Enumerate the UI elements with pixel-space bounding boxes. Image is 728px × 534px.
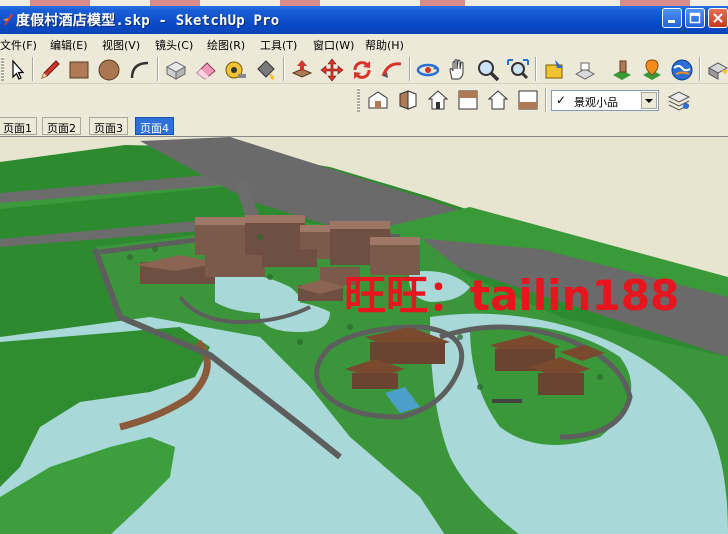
move-icon[interactable]: [320, 58, 344, 82]
toolbar-separator: [283, 57, 285, 81]
tab-scene-1[interactable]: 页面1: [0, 117, 37, 135]
left-view-icon[interactable]: [516, 88, 540, 112]
circle-icon[interactable]: [97, 58, 121, 82]
zoom-icon[interactable]: [476, 58, 500, 82]
tab-scene-2[interactable]: 页面2: [42, 117, 81, 135]
get-models-icon[interactable]: [543, 58, 567, 82]
toolbar-grip[interactable]: [357, 88, 360, 112]
toolbar-grip[interactable]: [1, 57, 4, 81]
rotate-icon[interactable]: [350, 58, 374, 82]
close-button[interactable]: [708, 8, 728, 28]
maximize-button[interactable]: [685, 8, 705, 28]
menu-help[interactable]: 帮助(H): [365, 37, 404, 53]
tab-scene-4[interactable]: 页面4: [135, 117, 174, 135]
scene-tabs: 页面1 页面2 页面3 页面4: [0, 116, 728, 136]
share-model-icon[interactable]: [573, 58, 597, 82]
eraser-icon[interactable]: [194, 58, 218, 82]
layer-current-value: 景观小品: [574, 96, 618, 109]
menu-camera[interactable]: 镜头(C): [155, 37, 193, 53]
menu-window[interactable]: 窗口(W): [313, 37, 354, 53]
dropdown-arrow[interactable]: [641, 92, 657, 109]
follow-me-icon[interactable]: [380, 58, 404, 82]
pan-icon[interactable]: [446, 58, 470, 82]
title-bar[interactable]: 度假村酒店模型.skp - SketchUp Pro: [0, 0, 728, 34]
select-icon[interactable]: [5, 58, 29, 82]
tape-measure-icon[interactable]: [224, 58, 248, 82]
menu-draw[interactable]: 绘图(R): [207, 37, 245, 53]
menu-file[interactable]: 文件(F): [0, 37, 37, 53]
top-view-icon[interactable]: [396, 88, 420, 112]
chevron-down-icon: [645, 99, 653, 103]
google-earth-icon[interactable]: [610, 58, 634, 82]
push-pull-icon[interactable]: [290, 58, 314, 82]
arc-icon[interactable]: [128, 58, 152, 82]
globe-icon[interactable]: [670, 58, 694, 82]
right-view-icon[interactable]: [456, 88, 480, 112]
tab-scene-3[interactable]: 页面3: [89, 117, 128, 135]
toolbar-separator: [699, 57, 701, 81]
sketchup-window: 度假村酒店模型.skp - SketchUp Pro 文件(F) 编辑(E) 视…: [0, 0, 728, 534]
minimize-icon: [668, 20, 675, 23]
export-icon[interactable]: [706, 58, 728, 82]
rectangle-icon[interactable]: [67, 58, 91, 82]
window-title: 度假村酒店模型.skp - SketchUp Pro: [16, 13, 280, 29]
toolbar-separator: [157, 57, 159, 81]
back-view-icon[interactable]: [486, 88, 510, 112]
menu-tools[interactable]: 工具(T): [260, 37, 297, 53]
sketchup-app-icon: [3, 14, 13, 25]
toolbar-separator: [409, 57, 411, 81]
zoom-extents-icon[interactable]: [506, 58, 530, 82]
main-toolbar: [0, 54, 728, 84]
orbit-icon[interactable]: [416, 58, 440, 82]
menu-view[interactable]: 视图(V): [102, 37, 140, 53]
layer-visible-check[interactable]: ✓: [556, 93, 566, 107]
taskbar-strip: [0, 0, 728, 6]
maximize-icon: [689, 12, 701, 24]
add-location-icon[interactable]: [640, 58, 664, 82]
toolbar-separator: [32, 57, 34, 81]
resort-model-scene: [0, 137, 728, 534]
layers-icon[interactable]: [667, 88, 691, 112]
model-viewport[interactable]: 旺旺：tailin188: [0, 136, 728, 534]
pencil-icon[interactable]: [38, 58, 62, 82]
toolbar-separator: [545, 88, 547, 112]
watermark-text: 旺旺：tailin188: [344, 271, 680, 320]
iso-view-icon[interactable]: [366, 88, 390, 112]
minimize-button[interactable]: [662, 8, 682, 28]
toolbar-separator: [535, 57, 537, 81]
front-view-icon[interactable]: [426, 88, 450, 112]
component-icon[interactable]: [164, 58, 188, 82]
paint-bucket-icon[interactable]: [254, 58, 278, 82]
layer-dropdown[interactable]: ✓ 景观小品: [551, 90, 659, 111]
close-icon: [713, 13, 723, 23]
menu-bar: 文件(F) 编辑(E) 视图(V) 镜头(C) 绘图(R) 工具(T) 窗口(W…: [0, 34, 728, 54]
menu-edit[interactable]: 编辑(E): [50, 37, 88, 53]
